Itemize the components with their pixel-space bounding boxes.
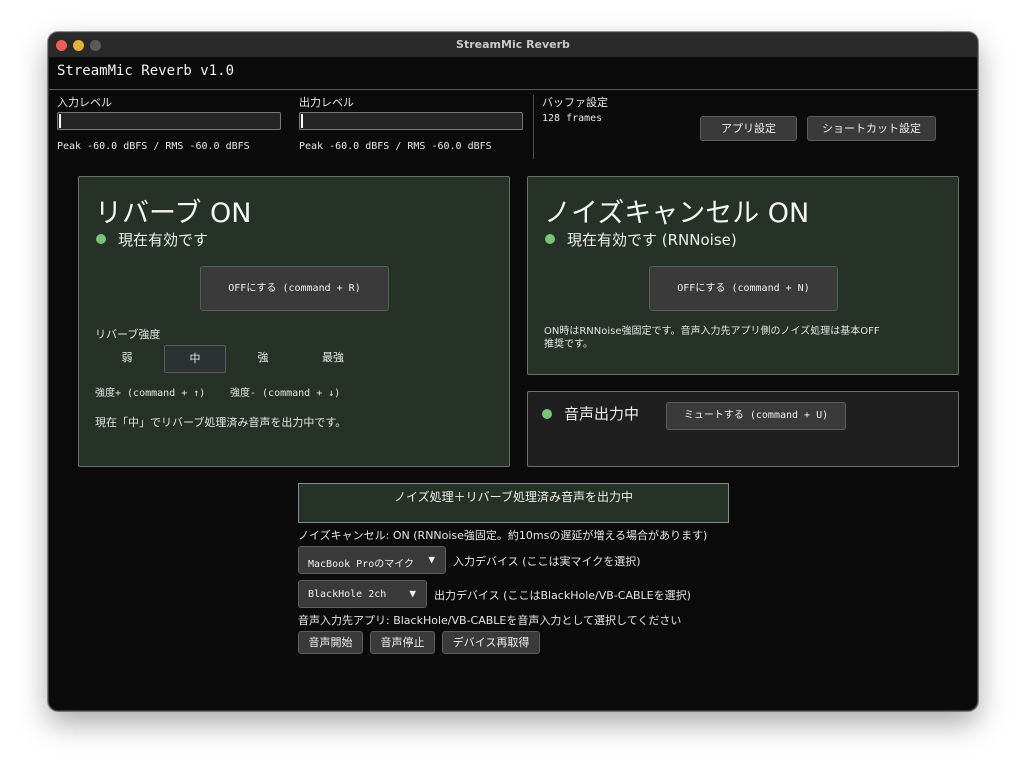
output-level-fill xyxy=(301,114,303,128)
input-level-label: 入力レベル xyxy=(57,96,112,109)
reverb-toggle-button[interactable]: OFFにする (command + R) xyxy=(200,266,389,311)
output-level-label: 出力レベル xyxy=(299,96,354,109)
noise-info: ノイズキャンセル: ON (RNNoise強固定。約10msの遅延が増える場合が… xyxy=(298,529,708,542)
input-device-label: 入力デバイス (ここは実マイクを選択) xyxy=(453,555,641,568)
chevron-down-icon: ▼ xyxy=(409,587,416,600)
buffer-label: バッファ設定 xyxy=(542,96,608,109)
output-banner: ノイズ処理＋リバーブ処理済み音声を出力中 xyxy=(298,483,729,523)
strength-option-medium[interactable]: 中 xyxy=(164,345,226,373)
output-status: 音声出力中 xyxy=(564,405,640,423)
strength-down-hint: 強度- (command + ↓) xyxy=(230,388,341,399)
chevron-down-icon: ▼ xyxy=(428,553,435,566)
mute-button[interactable]: ミュートする (command + U) xyxy=(666,402,846,430)
noise-note-line2: 推奨です。 xyxy=(544,339,593,350)
app-input-hint: 音声入力先アプリ: BlackHole/VB-CABLEを音声入力として選択して… xyxy=(298,614,682,627)
app-title: StreamMic Reverb v1.0 xyxy=(57,63,235,79)
reverb-strength-label: リバーブ強度 xyxy=(95,328,161,341)
noise-cancel-panel: ノイズキャンセル ON 現在有効です (RNNoise) OFFにする (com… xyxy=(527,176,959,375)
reverb-panel: リバーブ ON 現在有効です OFFにする (command + R) リバーブ… xyxy=(78,176,510,467)
reverb-status: 現在有効です xyxy=(118,231,209,249)
title-divider xyxy=(49,89,977,90)
output-level-meter xyxy=(299,112,523,130)
refresh-devices-button[interactable]: デバイス再取得 xyxy=(442,631,540,654)
strength-option-max[interactable]: 最強 xyxy=(300,345,366,373)
window-title: StreamMic Reverb xyxy=(456,38,570,51)
output-level-value: Peak -60.0 dBFS / RMS -60.0 dBFS xyxy=(299,141,492,152)
noise-cancel-heading: ノイズキャンセル ON xyxy=(544,198,810,229)
noise-status: 現在有効です (RNNoise) xyxy=(567,231,737,249)
noise-toggle-button[interactable]: OFFにする (command + N) xyxy=(649,266,838,311)
strength-option-weak[interactable]: 弱 xyxy=(97,345,157,373)
title-bar[interactable]: StreamMic Reverb xyxy=(49,33,977,58)
stop-audio-button[interactable]: 音声停止 xyxy=(370,631,435,654)
output-status-dot xyxy=(542,409,552,419)
noise-status-dot xyxy=(545,234,555,244)
input-level-meter xyxy=(57,112,281,130)
buffer-value: 128 frames xyxy=(542,113,603,124)
output-device-selected: BlackHole 2ch xyxy=(308,589,387,600)
reverb-heading: リバーブ ON xyxy=(95,198,252,229)
input-device-select[interactable]: MacBook Proのマイク ▼ xyxy=(298,546,446,574)
output-device-select[interactable]: BlackHole 2ch ▼ xyxy=(298,580,427,608)
start-audio-button[interactable]: 音声開始 xyxy=(298,631,363,654)
reverb-status-dot xyxy=(96,234,106,244)
app-settings-button[interactable]: アプリ設定 xyxy=(700,116,797,141)
strength-option-strong[interactable]: 強 xyxy=(232,345,294,373)
input-level-value: Peak -60.0 dBFS / RMS -60.0 dBFS xyxy=(57,141,250,152)
output-device-label: 出力デバイス (ここはBlackHole/VB-CABLEを選択) xyxy=(434,589,691,602)
shortcut-settings-button[interactable]: ショートカット設定 xyxy=(807,116,936,141)
strength-up-hint: 強度+ (command + ↑) xyxy=(95,388,206,399)
input-device-selected: MacBook Proのマイク xyxy=(308,559,415,570)
output-status-panel: 音声出力中 ミュートする (command + U) xyxy=(527,391,959,467)
input-level-fill xyxy=(59,114,61,128)
app-window: StreamMic Reverb StreamMic Reverb v1.0 入… xyxy=(48,32,978,711)
reverb-message: 現在「中」でリバーブ処理済み音声を出力中です。 xyxy=(95,416,347,429)
noise-note-line1: ON時はRNNoise強固定です。音声入力先アプリ側のノイズ処理は基本OFF xyxy=(544,326,880,337)
header-divider xyxy=(533,95,534,159)
